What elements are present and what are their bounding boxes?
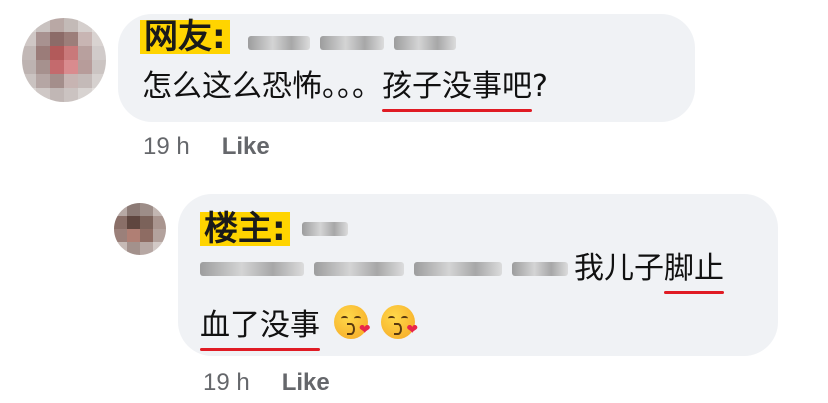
- commenter-tag: 网友:: [140, 20, 230, 54]
- like-button[interactable]: Like: [222, 133, 270, 161]
- reply-avatar[interactable]: [114, 203, 166, 255]
- reply-timestamp[interactable]: 19 h: [203, 369, 250, 397]
- comment-meta: 19 h Like: [143, 133, 270, 161]
- commenter-avatar[interactable]: [22, 18, 106, 102]
- comment-timestamp[interactable]: 19 h: [143, 133, 190, 161]
- kissing-heart-emoji: ❤: [333, 305, 371, 339]
- like-button[interactable]: Like: [282, 369, 330, 397]
- reply-text-line2: 血了没事 ❤ ❤: [200, 305, 418, 351]
- underlined-text: 脚止: [664, 251, 724, 294]
- underlined-text: 孩子没事吧: [382, 69, 532, 112]
- reply-meta: 19 h Like: [203, 369, 330, 397]
- redacted-name: [302, 222, 348, 236]
- kissing-heart-emoji: ❤: [381, 305, 418, 339]
- underlined-text: 血了没事: [200, 308, 320, 351]
- comment-text: 怎么这么恐怖。。。孩子没事吧?: [142, 69, 548, 112]
- redacted-name: [248, 36, 456, 50]
- reply-text-line1: 我儿子脚止: [574, 251, 724, 294]
- op-tag: 楼主:: [200, 212, 290, 246]
- redacted-mention: [200, 262, 568, 276]
